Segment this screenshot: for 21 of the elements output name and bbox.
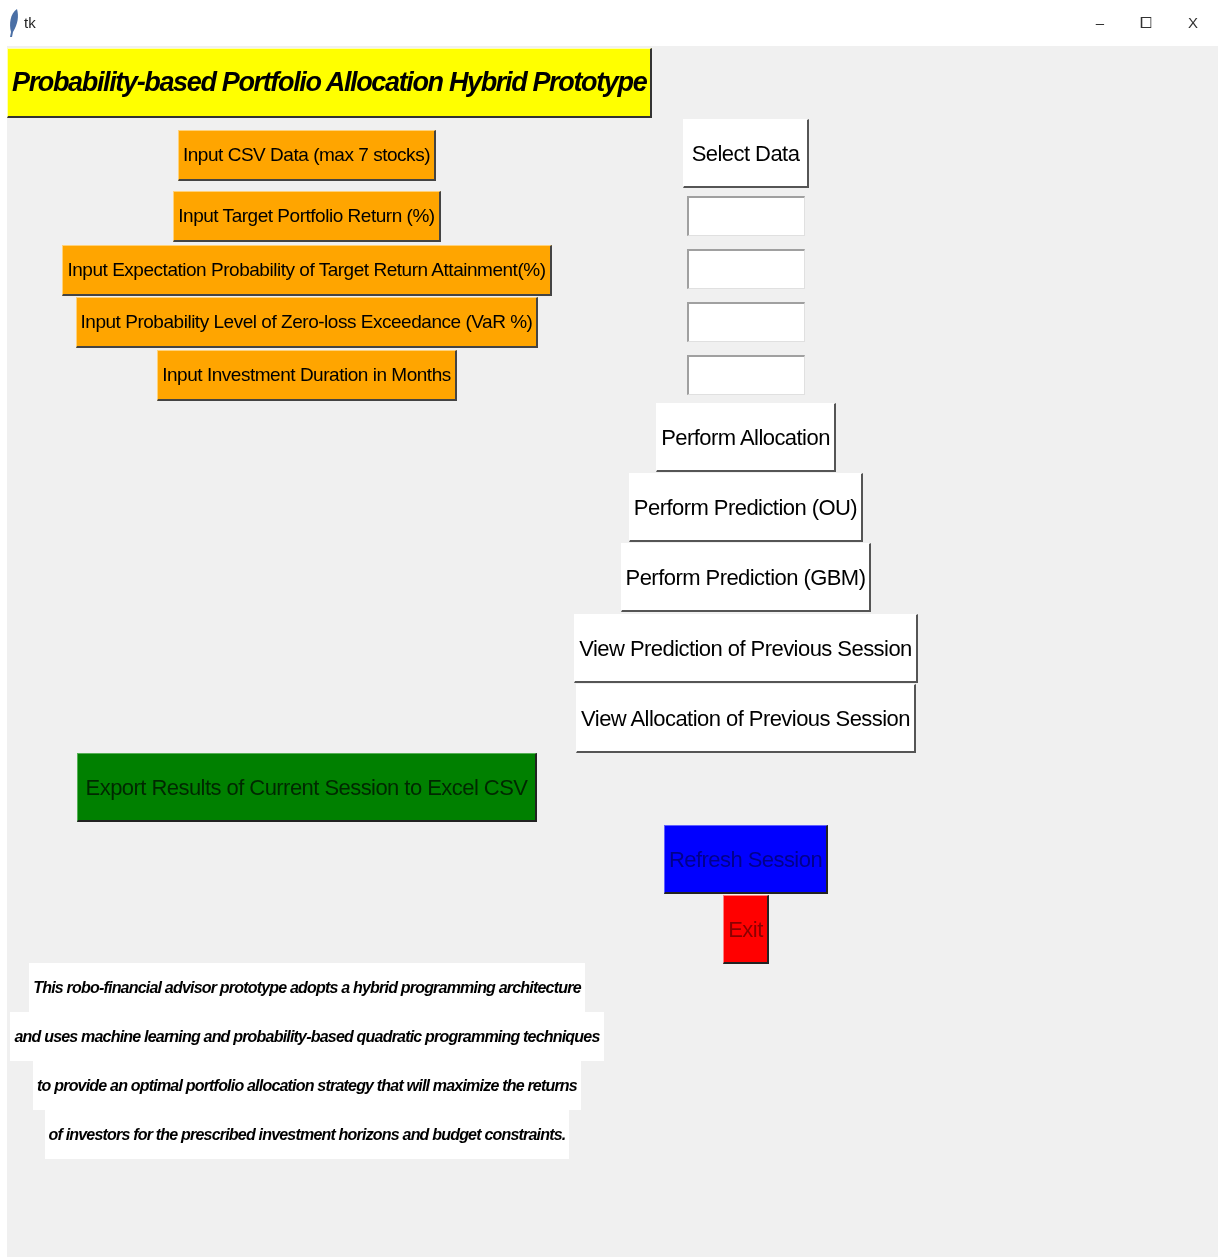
app-title: Probability-based Portfolio Allocation Hybrid Prototype [7, 48, 653, 118]
input-field[interactable] [687, 302, 805, 342]
close-button[interactable]: X [1188, 11, 1198, 35]
feather-icon [8, 8, 20, 38]
action-button[interactable]: View Prediction of Previous Session [574, 614, 918, 683]
input-label: Input Expectation Probability of Target Return Attainment(%) [62, 245, 552, 296]
action-button[interactable]: Perform Prediction (OU) [628, 473, 864, 542]
input-label: Input Investment Duration in Months [157, 350, 457, 401]
input-field[interactable] [687, 196, 805, 236]
select-data-button[interactable]: Select Data [682, 119, 810, 188]
input-label: Input Probability Level of Zero-loss Exceedance (VaR %) [75, 297, 539, 348]
minimize-button[interactable]: – [1095, 11, 1104, 35]
input-label: Input CSV Data (max 7 stocks) [177, 130, 436, 181]
maximize-button[interactable]: ⧠ [1140, 11, 1152, 35]
action-button[interactable]: Perform Prediction (GBM) [620, 543, 872, 612]
input-field[interactable] [687, 355, 805, 395]
window-title: tk [24, 12, 36, 33]
action-button[interactable]: Perform Allocation [656, 403, 836, 472]
input-label: Input Target Portfolio Return (%) [173, 191, 441, 242]
action-button[interactable]: View Allocation of Previous Session [576, 684, 916, 753]
input-field[interactable] [687, 249, 805, 289]
